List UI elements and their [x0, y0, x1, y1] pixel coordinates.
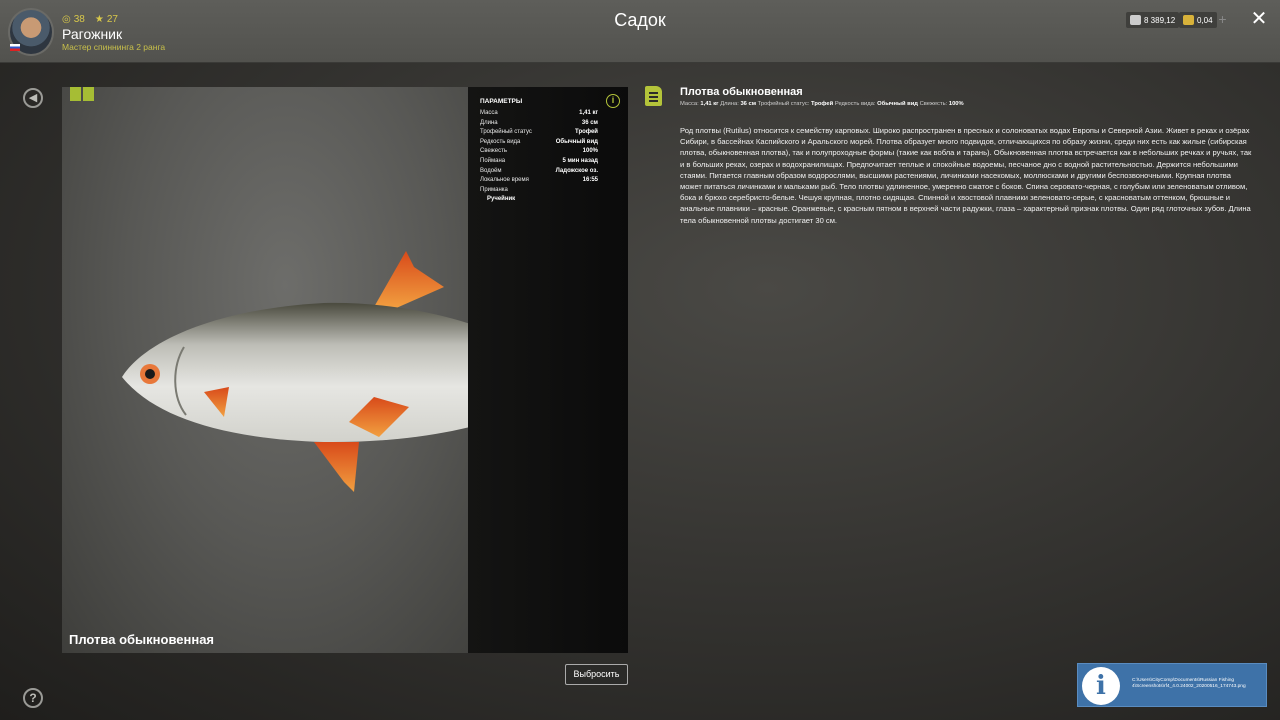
fish-caption: Плотва обыкновенная [69, 632, 215, 647]
meta-value: Трофей [811, 101, 834, 107]
fish-model-view[interactable]: Плотва обыкновенная [62, 87, 584, 653]
param-row: Длина 36 см [480, 119, 598, 129]
param-value: 1,41 кг [579, 110, 598, 116]
param-row: Локальное время 16:55 [480, 176, 598, 186]
param-label: Приманка [480, 186, 508, 193]
russia-flag-icon [10, 44, 20, 51]
param-label: Масса [480, 110, 498, 116]
param-label: Поймана [480, 157, 506, 164]
params-list: Масса 1,41 кг Длина 36 см Трофейный статус… [480, 109, 598, 205]
param-value: Ладожское оз. [555, 167, 598, 174]
param-value: 16:55 [582, 177, 598, 184]
param-label: Водоём [480, 167, 502, 174]
close-icon[interactable]: ✕ [1248, 8, 1270, 30]
param-row: Водоём Ладожское оз. [480, 167, 598, 177]
back-button[interactable]: ◀ [23, 88, 43, 108]
param-label: Локальное время [480, 177, 529, 184]
param-row: Трофейный статус Трофей [480, 128, 598, 138]
param-value: Обычный вид [555, 138, 598, 145]
param-value: Трофей [575, 129, 598, 136]
check-bookmark-icon [70, 87, 81, 101]
param-value: 100% [582, 148, 598, 155]
param-row: Поймана 5 мин назад [480, 157, 598, 167]
notes-icon [645, 86, 662, 106]
params-title: ПАРАМЕТРЫ [480, 98, 523, 105]
add-currency-button[interactable]: + [1215, 12, 1230, 28]
screenshot-path: C:\Users\CityComp\Documents\Russian Fish… [1132, 678, 1246, 689]
screenshot-notification[interactable]: i C:\Users\CityComp\Documents\Russian Fi… [1077, 663, 1267, 707]
back-arrow-icon: ◀ [28, 92, 38, 104]
throw-away-button[interactable]: Выбросить [565, 664, 628, 685]
params-panel: ПАРАМЕТРЫ i Масса 1,41 кг Длина 36 см Троф… [468, 87, 628, 653]
star-bookmark-icon [83, 87, 94, 101]
param-label: Длина [480, 119, 498, 126]
help-icon[interactable]: ? [23, 688, 43, 708]
param-label: Трофейный статус [480, 129, 532, 136]
silver-amount: 8 389,12 [1144, 15, 1176, 25]
meta-value: 100% [948, 101, 964, 107]
gold-wallet-icon [1183, 15, 1194, 25]
meta-label: Трофейный статус: [757, 101, 810, 107]
silver-balance: 8 389,12 [1126, 12, 1180, 28]
meta-label: Масса: [680, 101, 699, 107]
info-circle-icon: i [1082, 667, 1120, 705]
description-title: Плотва обыкновенная [680, 86, 803, 98]
bait-name: Ручейник [487, 196, 516, 203]
meta-value: Обычный вид [877, 101, 918, 107]
param-label: Свежесть [480, 148, 507, 155]
player-rank: Мастер спиннинга 2 ранга [62, 42, 166, 52]
param-row: Масса 1,41 кг [480, 109, 598, 119]
top-bar: ◎ 38 ★ 27 Рагожник Мастер спиннинга 2 ранг… [0, 0, 1280, 63]
gold-balance: 0,04 [1179, 12, 1217, 28]
param-row: Редкость вида Обычный вид [480, 138, 598, 148]
param-row: Свежесть 100% [480, 147, 598, 157]
meta-value: 36 см [740, 101, 757, 107]
meta-label: Длина: [720, 101, 739, 107]
meta-label: Свежесть: [919, 101, 948, 107]
param-label: Редкость вида [480, 138, 521, 145]
param-value: 5 мин назад [562, 157, 598, 164]
gold-amount: 0,04 [1197, 15, 1213, 25]
info-icon[interactable]: i [606, 94, 620, 108]
meta-label: Редкость вида: [834, 101, 876, 107]
page-title: Садок [614, 10, 666, 30]
description-meta: Масса: 1,41 кг Длина: 36 см Трофейный ст… [680, 101, 964, 107]
param-row: Приманка [480, 186, 598, 196]
description-text: Род плотвы (Rutilus) относится к семейст… [680, 126, 1252, 225]
meta-value: 1,41 кг [700, 101, 719, 107]
wallet-icon [1130, 15, 1141, 25]
param-value: 36 см [581, 119, 598, 126]
